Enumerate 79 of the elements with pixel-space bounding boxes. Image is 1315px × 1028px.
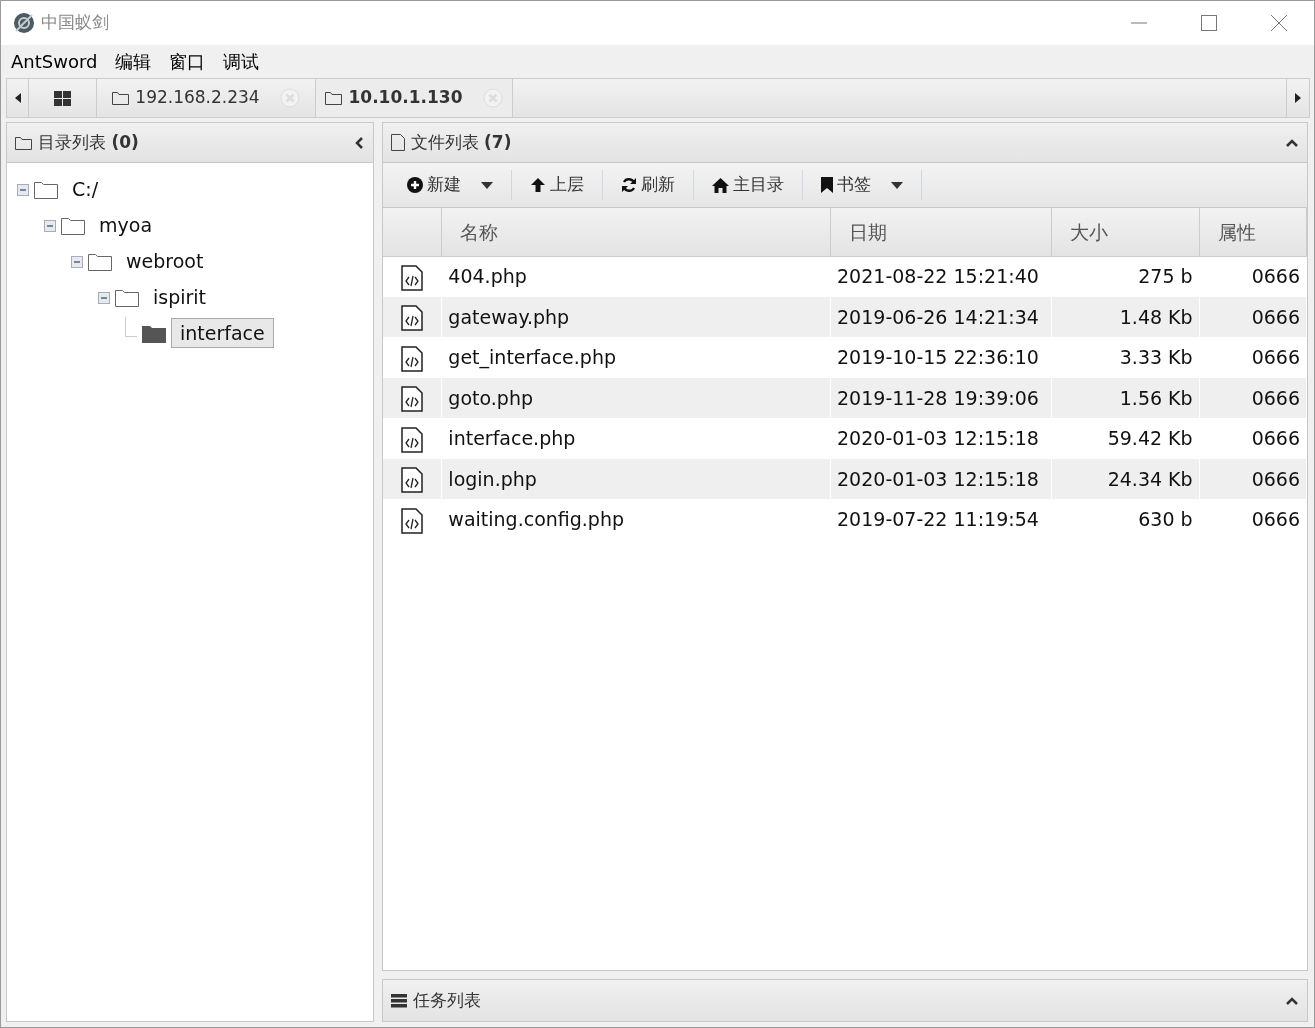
folder-icon bbox=[112, 91, 130, 105]
table-cell: 2019-11-28 19:39:06 bbox=[830, 377, 1052, 418]
column-header[interactable]: 日期 bbox=[830, 208, 1052, 256]
table-cell: gateway.php bbox=[441, 296, 831, 337]
home-icon bbox=[711, 177, 729, 193]
table-cell: interface.php bbox=[441, 418, 831, 459]
code-file-icon bbox=[401, 426, 423, 453]
triangle-right-icon bbox=[1295, 93, 1301, 103]
arrow-up-icon bbox=[529, 177, 546, 193]
table-cell: 0666 bbox=[1199, 337, 1307, 378]
folder-icon bbox=[15, 135, 32, 150]
code-file-icon bbox=[401, 264, 423, 291]
tree-item[interactable]: interface bbox=[171, 317, 274, 349]
table-cell: 2019-06-26 14:21:34 bbox=[830, 296, 1052, 337]
menu-item[interactable]: 编辑 bbox=[115, 48, 152, 75]
column-header[interactable]: 名称 bbox=[441, 208, 831, 256]
table-cell: login.php bbox=[441, 458, 831, 499]
table-cell: 2020-01-03 12:15:18 bbox=[830, 418, 1052, 459]
table-cell: 0666 bbox=[1199, 499, 1307, 540]
table-cell: 0666 bbox=[1199, 377, 1307, 418]
table-cell: 59.42 Kb bbox=[1051, 418, 1200, 459]
table-cell: get_interface.php bbox=[441, 337, 831, 378]
panel-title: 目录列表 (0) bbox=[38, 130, 139, 154]
column-header[interactable]: 大小 bbox=[1051, 208, 1200, 256]
table-cell: 1.56 Kb bbox=[1051, 377, 1200, 418]
maximize-icon bbox=[1201, 15, 1217, 31]
toolbar-button[interactable]: 上层 bbox=[511, 170, 603, 200]
chevron-up-icon bbox=[1285, 137, 1299, 148]
table-cell: 630 b bbox=[1051, 499, 1200, 540]
toolbar-button[interactable]: 刷新 bbox=[602, 170, 694, 200]
code-file-icon bbox=[401, 305, 423, 331]
table-cell: 2021-08-22 15:21:40 bbox=[830, 256, 1052, 297]
window-title: 中国蚁剑 bbox=[41, 11, 109, 35]
code-file-icon bbox=[401, 345, 423, 372]
chevron-up-icon bbox=[1285, 995, 1299, 1006]
table-cell: 24.34 Kb bbox=[1051, 458, 1200, 499]
table-cell: 2020-01-03 12:15:18 bbox=[830, 458, 1052, 499]
code-file-icon bbox=[401, 507, 423, 534]
close-icon bbox=[1271, 15, 1287, 31]
add-icon bbox=[406, 177, 423, 193]
code-file-icon bbox=[401, 386, 423, 412]
table-cell: 0666 bbox=[1199, 418, 1307, 459]
table-cell: goto.php bbox=[441, 377, 831, 418]
triangle-left-icon bbox=[14, 93, 21, 103]
bookmark-icon bbox=[820, 177, 833, 193]
tree-line bbox=[125, 317, 137, 337]
tab[interactable]: 10.10.1.130 bbox=[316, 79, 513, 117]
toolbar-button[interactable]: 主目录 bbox=[693, 170, 803, 200]
table-cell: 0666 bbox=[1199, 458, 1307, 499]
tree-item[interactable]: myoa bbox=[90, 209, 162, 241]
toolbar-button[interactable]: 新建 bbox=[388, 170, 512, 200]
code-file-icon bbox=[401, 467, 423, 493]
folder-icon bbox=[325, 91, 343, 105]
table-cell: 2019-07-22 11:19:54 bbox=[830, 499, 1052, 540]
minimize-icon bbox=[1131, 22, 1147, 24]
table-cell: 1.48 Kb bbox=[1051, 296, 1200, 337]
table-cell: 404.php bbox=[441, 256, 831, 297]
table-cell: 3.33 Kb bbox=[1051, 337, 1200, 378]
refresh-icon bbox=[620, 177, 637, 193]
menu-item[interactable]: AntSword bbox=[11, 48, 98, 75]
menu-item[interactable]: 调试 bbox=[223, 48, 260, 75]
table-cell: waiting.config.php bbox=[441, 499, 831, 540]
toolbar-button[interactable]: 书签 bbox=[802, 170, 922, 200]
panel-title: 文件列表 (7) bbox=[410, 130, 512, 154]
app-logo-icon bbox=[13, 12, 35, 34]
table-cell: 0666 bbox=[1199, 256, 1307, 297]
table-cell: 275 b bbox=[1051, 256, 1200, 297]
panel-title: 任务列表 bbox=[412, 988, 481, 1012]
menu-item[interactable]: 窗口 bbox=[169, 48, 206, 75]
table-cell: 2019-10-15 22:36:10 bbox=[830, 337, 1052, 378]
file-icon bbox=[390, 134, 405, 151]
column-header[interactable]: 属性 bbox=[1199, 208, 1307, 256]
tree-item[interactable]: C:/ bbox=[63, 173, 108, 205]
table-cell: 0666 bbox=[1199, 296, 1307, 337]
list-icon bbox=[390, 993, 407, 1008]
tree-item[interactable]: ispirit bbox=[144, 281, 216, 313]
tab[interactable]: 192.168.2.234 bbox=[97, 79, 316, 117]
grid-icon bbox=[54, 90, 71, 106]
tree-item[interactable]: webroot bbox=[117, 245, 213, 277]
